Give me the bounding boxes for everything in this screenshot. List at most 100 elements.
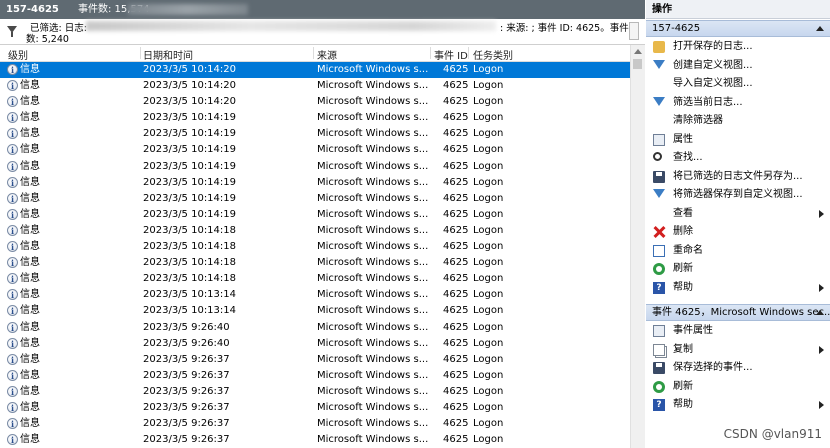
cell-level: 信息 — [20, 112, 40, 124]
action-label: 帮助 — [673, 399, 693, 410]
info-icon — [7, 94, 18, 110]
cell-category: Logon — [473, 176, 504, 188]
column-event-id[interactable]: 事件 ID — [434, 47, 468, 62]
table-row[interactable]: 信息 2023/3/5 10:13:14 Microsoft Windows s..… — [0, 303, 630, 319]
column-divider[interactable] — [468, 47, 469, 59]
cell-category: Logon — [473, 257, 504, 269]
cell-source: Microsoft Windows s... — [317, 385, 429, 397]
cell-event-id: 4625 — [443, 369, 469, 381]
collapse-icon[interactable] — [816, 310, 824, 315]
action-item[interactable]: 查找... — [646, 149, 830, 167]
action-item[interactable]: 删除 — [646, 223, 830, 241]
action-label: 打开保存的日志... — [673, 41, 753, 52]
action-item[interactable]: ? 帮助 — [646, 279, 830, 297]
cell-datetime: 2023/3/5 10:14:19 — [143, 176, 237, 188]
table-row[interactable]: 信息 2023/3/5 9:26:37 Microsoft Windows s...… — [0, 368, 630, 384]
table-row[interactable]: 信息 2023/3/5 10:14:19 Microsoft Windows s..… — [0, 159, 630, 175]
column-datetime[interactable]: 日期和时间 — [143, 47, 193, 62]
filter-scrollbar[interactable] — [629, 22, 639, 40]
section-event-header[interactable]: 事件 4625，Microsoft Windows sec... — [646, 304, 830, 321]
table-row[interactable]: 信息 2023/3/5 10:14:20 Microsoft Windows s..… — [0, 94, 630, 110]
info-icon — [7, 175, 18, 191]
column-divider[interactable] — [140, 47, 141, 59]
table-row[interactable]: 信息 2023/3/5 9:26:40 Microsoft Windows s...… — [0, 320, 630, 336]
table-row[interactable]: 信息 2023/3/5 10:14:20 Microsoft Windows s..… — [0, 62, 630, 79]
action-item[interactable]: 复制 — [646, 341, 830, 359]
action-item[interactable]: 刷新 — [646, 378, 830, 396]
table-row[interactable]: 信息 2023/3/5 10:14:19 Microsoft Windows s..… — [0, 142, 630, 158]
table-row[interactable]: 信息 2023/3/5 10:14:19 Microsoft Windows s..… — [0, 175, 630, 191]
table-row[interactable]: 信息 2023/3/5 9:26:37 Microsoft Windows s...… — [0, 400, 630, 416]
action-item[interactable]: 将已筛选的日志文件另存为... — [646, 168, 830, 186]
cell-category: Logon — [473, 385, 504, 397]
cell-category: Logon — [473, 337, 504, 349]
table-row[interactable]: 信息 2023/3/5 10:14:18 Microsoft Windows s..… — [0, 271, 630, 287]
table-row[interactable]: 信息 2023/3/5 10:13:14 Microsoft Windows s..… — [0, 287, 630, 303]
action-label: 刷新 — [673, 380, 693, 392]
column-category[interactable]: 任务类别 — [473, 47, 513, 62]
action-item[interactable]: 清除筛选器 — [646, 112, 830, 130]
column-level[interactable]: 级别 — [8, 47, 28, 62]
action-item[interactable]: 创建自定义视图... — [646, 57, 830, 75]
action-item[interactable]: 查看 — [646, 205, 830, 223]
info-icon — [7, 303, 18, 319]
cell-event-id: 4625 — [443, 128, 469, 140]
section-log-header[interactable]: 157-4625 — [646, 20, 830, 37]
cell-source: Microsoft Windows s... — [317, 128, 429, 140]
action-item[interactable]: 事件属性 — [646, 322, 830, 340]
cell-event-id: 4625 — [443, 192, 469, 204]
save-icon — [653, 170, 665, 183]
action-item[interactable]: 将筛选器保存到自定义视图... — [646, 186, 830, 204]
copy-icon — [653, 343, 665, 356]
action-label: 删除 — [673, 226, 693, 237]
action-label: 筛选当前日志... — [673, 96, 743, 108]
column-divider[interactable] — [430, 47, 431, 59]
info-icon — [7, 352, 18, 368]
cell-event-id: 4625 — [443, 144, 469, 156]
action-item[interactable]: 筛选当前日志... — [646, 94, 830, 112]
action-item[interactable]: 重命名 — [646, 242, 830, 260]
table-row[interactable]: 信息 2023/3/5 10:14:19 Microsoft Windows s..… — [0, 126, 630, 142]
cell-level: 信息 — [20, 128, 40, 140]
table-row[interactable]: 信息 2023/3/5 10:14:18 Microsoft Windows s..… — [0, 239, 630, 255]
action-label: 清除筛选器 — [673, 115, 723, 126]
cell-event-id: 4625 — [443, 112, 469, 124]
vertical-scrollbar[interactable] — [630, 45, 645, 448]
rename-icon — [653, 244, 665, 257]
scroll-up-icon[interactable] — [634, 49, 642, 54]
table-row[interactable]: 信息 2023/3/5 9:26:37 Microsoft Windows s...… — [0, 384, 630, 400]
action-item[interactable]: 属性 — [646, 131, 830, 149]
action-item[interactable]: 保存选择的事件... — [646, 359, 830, 377]
cell-category: Logon — [473, 273, 504, 285]
table-row[interactable]: 信息 2023/3/5 10:14:19 Microsoft Windows s..… — [0, 110, 630, 126]
scroll-thumb[interactable] — [633, 59, 642, 69]
filter-icon — [653, 96, 665, 106]
column-divider[interactable] — [313, 47, 314, 59]
cell-category: Logon — [473, 192, 504, 204]
table-row[interactable]: 信息 2023/3/5 9:26:40 Microsoft Windows s...… — [0, 336, 630, 352]
cell-datetime: 2023/3/5 9:26:37 — [143, 385, 230, 397]
cell-category: Logon — [473, 112, 504, 124]
info-icon — [7, 320, 18, 336]
properties-icon — [653, 325, 665, 337]
action-item[interactable]: 打开保存的日志... — [646, 38, 830, 56]
cell-source: Microsoft Windows s... — [317, 224, 429, 236]
column-source[interactable]: 来源 — [317, 47, 337, 62]
action-label: 复制 — [673, 343, 693, 355]
table-row[interactable]: 信息 2023/3/5 10:14:18 Microsoft Windows s..… — [0, 255, 630, 271]
table-row[interactable]: 信息 2023/3/5 10:14:19 Microsoft Windows s..… — [0, 191, 630, 207]
table-row[interactable]: 信息 2023/3/5 9:26:37 Microsoft Windows s...… — [0, 352, 630, 368]
action-item[interactable]: 刷新 — [646, 260, 830, 278]
help-icon: ? — [653, 281, 665, 294]
table-row[interactable]: 信息 2023/3/5 9:26:37 Microsoft Windows s...… — [0, 432, 630, 448]
cell-level: 信息 — [20, 224, 40, 236]
table-row[interactable]: 信息 2023/3/5 9:26:37 Microsoft Windows s...… — [0, 416, 630, 432]
table-row[interactable]: 信息 2023/3/5 10:14:18 Microsoft Windows s..… — [0, 223, 630, 239]
cell-level: 信息 — [20, 289, 40, 301]
action-item[interactable]: ? 帮助 — [646, 396, 830, 414]
action-item[interactable]: 导入自定义视图... — [646, 75, 830, 93]
collapse-icon[interactable] — [816, 26, 824, 31]
table-row[interactable]: 信息 2023/3/5 10:14:19 Microsoft Windows s..… — [0, 207, 630, 223]
cell-event-id: 4625 — [443, 289, 469, 301]
table-row[interactable]: 信息 2023/3/5 10:14:20 Microsoft Windows s..… — [0, 78, 630, 94]
